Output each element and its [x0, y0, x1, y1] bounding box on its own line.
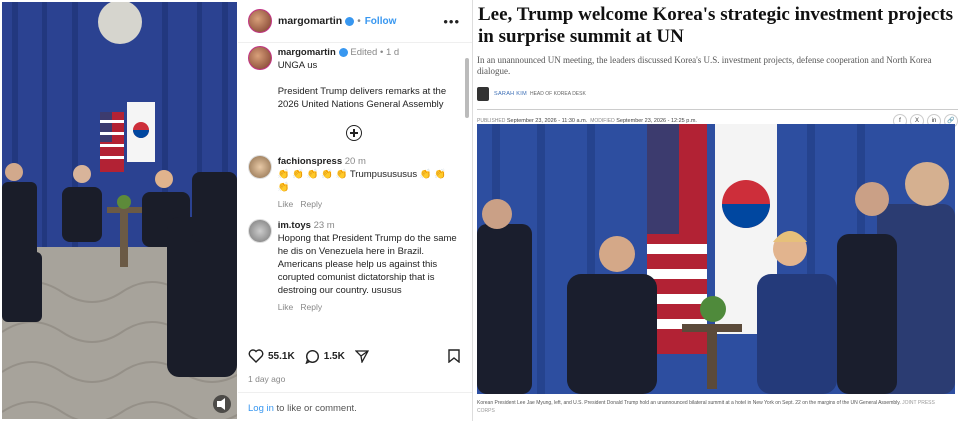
article-dek: In an unannounced UN meeting, the leader…	[477, 55, 932, 76]
article-photo[interactable]	[477, 124, 955, 394]
caption-body: President Trump delivers remarks at the …	[277, 86, 447, 110]
edited-label: Edited	[350, 47, 378, 58]
comment-age: 20 m	[344, 156, 366, 167]
verified-badge-icon	[345, 16, 355, 26]
meeting-photo-illustration	[2, 2, 237, 419]
author-name[interactable]: SARAH KIM	[494, 91, 527, 97]
follow-button[interactable]: Follow	[365, 16, 397, 27]
comment-text: 👏 👏 👏 👏 👏 Trumpusususus 👏 👏 👏	[277, 169, 447, 193]
comment-count: 1.5K	[323, 350, 345, 362]
post-age: 1 d	[385, 47, 400, 58]
avatar[interactable]	[248, 46, 272, 70]
comment-icon[interactable]	[305, 349, 320, 364]
share-icon[interactable]	[354, 349, 369, 363]
post-actions: 55.1K 1.5K	[248, 346, 460, 366]
byline: SARAH KIM HEAD OF KOREA DESK	[477, 87, 958, 101]
scrollbar[interactable]	[465, 58, 469, 118]
avatar[interactable]	[248, 9, 272, 33]
like-comment-button[interactable]: Like	[278, 302, 294, 312]
reply-button[interactable]: Reply	[300, 302, 322, 312]
caption-username[interactable]: margomartin	[278, 47, 336, 58]
login-link[interactable]: Log in	[248, 403, 274, 414]
reply-button[interactable]: Reply	[300, 199, 322, 209]
verified-badge-icon	[338, 47, 348, 57]
post-header: margomartin • Follow •••	[238, 0, 472, 43]
comment-text: Hopong that President Trump do the same …	[277, 233, 457, 296]
header-username[interactable]: margomartin	[278, 15, 342, 27]
comment-item: fachionspress 20 m 👏 👏 👏 👏 👏 Trumpususus…	[248, 155, 460, 211]
instagram-post-photo[interactable]	[2, 2, 237, 419]
avatar[interactable]	[248, 155, 272, 179]
summit-photo-illustration	[477, 124, 955, 394]
author-avatar	[477, 87, 489, 101]
caption-text: Korean President Lee Jae Myung, left, an…	[477, 400, 901, 406]
comment-age: 23 m	[313, 220, 335, 231]
caption-title: UNGA us	[277, 60, 318, 71]
author-role: HEAD OF KOREA DESK	[529, 91, 586, 97]
separator-dot: •	[357, 15, 361, 27]
like-comment-button[interactable]: Like	[278, 199, 294, 209]
login-prompt: Log in to like or comment.	[238, 392, 472, 424]
photo-caption: Korean President Lee Jae Myung, left, an…	[477, 399, 947, 415]
instagram-panel: margomartin • Follow ••• margomartin Edi…	[238, 0, 473, 421]
post-caption: margomartin Edited • 1 d UNGA us Preside…	[248, 46, 460, 111]
bookmark-icon[interactable]	[448, 349, 460, 363]
comment-username[interactable]: fachionspress	[278, 156, 342, 167]
like-count: 55.1K	[268, 350, 295, 362]
avatar[interactable]	[248, 219, 272, 243]
load-more-comments-icon[interactable]	[346, 125, 362, 141]
comments-area: margomartin Edited • 1 d UNGA us Preside…	[248, 46, 460, 331]
login-text: to like or comment.	[273, 403, 357, 414]
news-article: Lee, Trump welcome Korea's strategic inv…	[477, 0, 958, 421]
article-headline: Lee, Trump welcome Korea's strategic inv…	[478, 4, 954, 47]
comment-item: im.toys 23 m Hopong that President Trump…	[248, 219, 460, 314]
more-options-icon[interactable]: •••	[443, 14, 460, 29]
heart-icon[interactable]	[248, 349, 264, 363]
comment-username[interactable]: im.toys	[278, 220, 311, 231]
post-time-ago: 1 day ago	[248, 374, 286, 384]
